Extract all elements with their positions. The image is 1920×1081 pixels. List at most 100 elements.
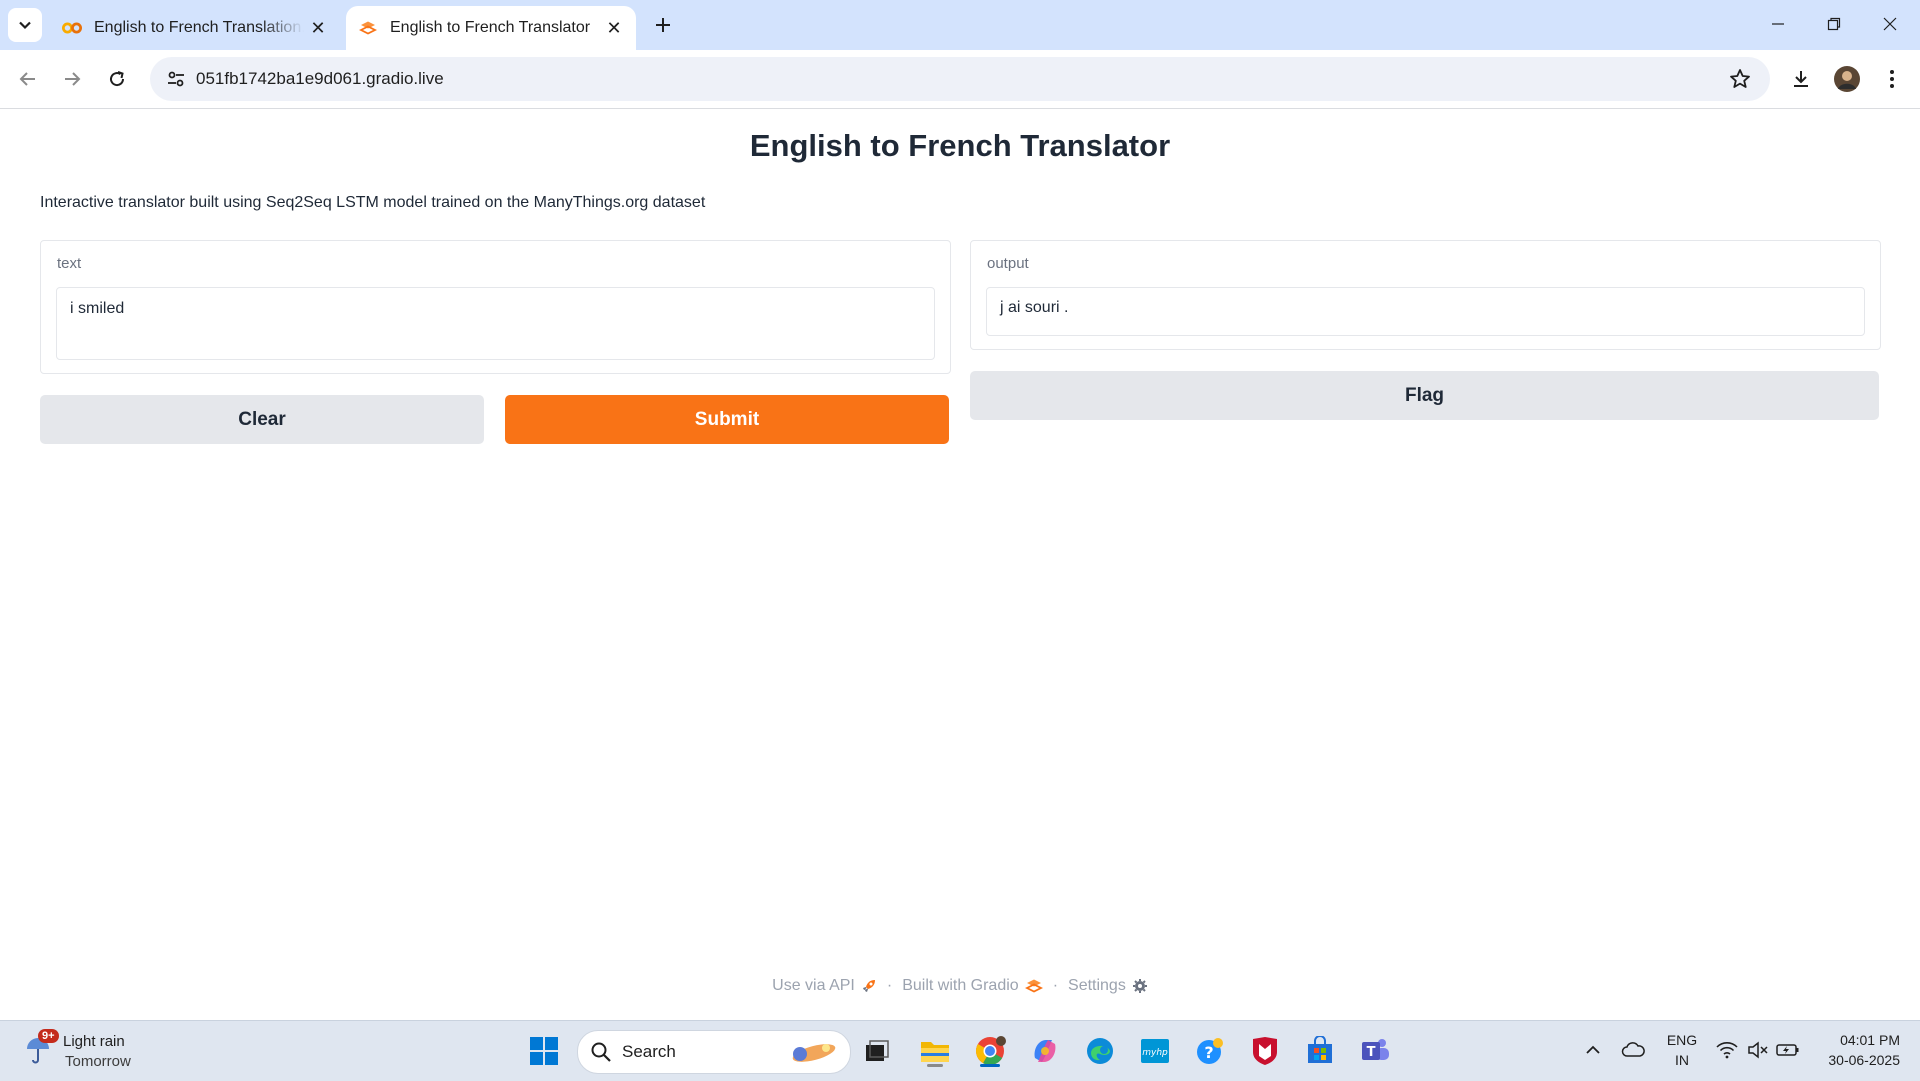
download-icon — [1794, 71, 1808, 87]
bookmark-star-icon[interactable] — [1728, 67, 1752, 91]
windows-taskbar: 9+ Light rain Tomorrow Search myhp ? T E… — [0, 1020, 1920, 1081]
store-icon — [1308, 1036, 1332, 1063]
forward-button[interactable] — [54, 61, 90, 97]
myhp-button[interactable]: myhp — [1135, 1031, 1175, 1071]
minimize-button[interactable] — [1750, 0, 1806, 48]
tab-title: English to French Translator — [390, 19, 591, 36]
task-view-button[interactable] — [857, 1031, 897, 1071]
clock-time: 04:01 PM — [1840, 1032, 1900, 1048]
rocket-icon — [862, 980, 875, 992]
chevron-down-icon — [19, 21, 31, 30]
gear-icon — [1132, 979, 1147, 993]
api-link-text: Use via API — [772, 977, 855, 994]
search-icon — [588, 1039, 614, 1065]
copilot-icon — [1034, 1040, 1056, 1062]
teams-icon: T — [1362, 1039, 1389, 1060]
search-highlight-icon — [792, 1044, 836, 1062]
file-explorer-button[interactable] — [915, 1031, 955, 1071]
copilot-button[interactable] — [1025, 1031, 1065, 1071]
arrow-left-icon — [19, 72, 35, 86]
help-icon: ? — [1197, 1038, 1223, 1064]
edge-icon — [1087, 1038, 1113, 1064]
footer-separator: · — [886, 977, 893, 994]
network-button[interactable] — [1714, 1039, 1740, 1061]
output-textbox[interactable]: j ai souri . — [986, 287, 1865, 336]
get-help-button[interactable]: ? — [1190, 1031, 1230, 1071]
new-tab-button[interactable] — [648, 10, 678, 40]
show-hidden-icons-button[interactable] — [1582, 1039, 1604, 1061]
taskbar-search-box[interactable]: Search — [577, 1030, 851, 1074]
myhp-icon: myhp — [1141, 1039, 1169, 1063]
microsoft-store-button[interactable] — [1300, 1031, 1340, 1071]
onedrive-button[interactable] — [1620, 1039, 1646, 1061]
wifi-icon — [1716, 1042, 1738, 1059]
browser-menu-button[interactable] — [1874, 61, 1910, 97]
input-panel: text i smiled — [40, 240, 951, 374]
notification-badge: 9+ — [38, 1029, 59, 1043]
browser-tab-strip: English to French Translation.ipynb ✕ En… — [0, 0, 1920, 50]
arrow-right-icon — [65, 72, 81, 86]
cloud-icon — [1621, 1042, 1645, 1057]
settings-link-text: Settings — [1068, 977, 1126, 994]
tab-search-button[interactable] — [8, 8, 42, 42]
more-vertical-icon — [1890, 70, 1894, 88]
output-panel: output j ai souri . — [970, 240, 1881, 350]
tab-gradio-app[interactable]: English to French Translator ✕ — [346, 6, 636, 50]
battery-button[interactable] — [1775, 1039, 1801, 1061]
weather-widget[interactable]: 9+ Light rain Tomorrow — [20, 1029, 160, 1073]
browser-toolbar: 051fb1742ba1e9d061.gradio.live — [0, 50, 1920, 109]
system-clock[interactable]: 04:01 PM 30-06-2025 — [1808, 1030, 1900, 1070]
built-with-gradio-link[interactable]: Built with Gradio — [902, 977, 1043, 995]
downloads-button[interactable] — [1783, 61, 1819, 97]
back-button[interactable] — [10, 61, 46, 97]
text-input[interactable]: i smiled — [56, 287, 935, 360]
close-icon[interactable]: ✕ — [600, 14, 628, 42]
windows-logo-icon — [530, 1037, 558, 1065]
close-icon — [1883, 17, 1897, 31]
mcafee-button[interactable] — [1245, 1031, 1285, 1071]
output-label: output — [987, 255, 1029, 272]
profile-avatar[interactable] — [1829, 61, 1865, 97]
tab-title: English to French Translation.ipynb — [94, 19, 304, 36]
page-title: English to French Translator — [749, 128, 1171, 163]
built-link-text: Built with Gradio — [902, 977, 1019, 994]
reload-icon — [110, 71, 125, 87]
restore-button[interactable] — [1806, 0, 1862, 48]
app-description: Interactive translator built using Seq2S… — [40, 194, 706, 211]
page-content: English to French Translator Interactive… — [0, 109, 1920, 1019]
site-settings-icon[interactable] — [164, 67, 188, 91]
chrome-button[interactable] — [970, 1031, 1010, 1071]
weather-condition: Light rain — [63, 1033, 125, 1050]
language-indicator[interactable]: ENG IN — [1660, 1030, 1704, 1070]
address-bar[interactable]: 051fb1742ba1e9d061.gradio.live — [150, 57, 1770, 101]
plus-icon — [656, 18, 670, 32]
url-text: 051fb1742ba1e9d061.gradio.live — [196, 69, 444, 88]
reload-button[interactable] — [99, 61, 135, 97]
start-button[interactable] — [524, 1031, 564, 1071]
volume-button[interactable] — [1745, 1039, 1771, 1061]
volume-muted-icon — [1748, 1041, 1768, 1059]
close-window-button[interactable] — [1862, 0, 1918, 48]
battery-charging-icon — [1776, 1044, 1799, 1056]
tab-colab-notebook[interactable]: English to French Translation.ipynb ✕ — [50, 6, 340, 50]
use-via-api-link[interactable]: Use via API — [772, 977, 877, 995]
flag-button[interactable]: Flag — [970, 371, 1879, 420]
search-placeholder: Search — [622, 1042, 676, 1061]
region-code: IN — [1675, 1052, 1689, 1068]
weather-when: Tomorrow — [65, 1053, 131, 1070]
minimize-icon — [1772, 23, 1784, 25]
settings-link[interactable]: Settings — [1068, 977, 1148, 995]
teams-button[interactable]: T — [1355, 1031, 1395, 1071]
close-icon[interactable]: ✕ — [304, 14, 332, 42]
running-indicator — [927, 1064, 943, 1067]
task-view-icon — [866, 1040, 889, 1061]
restore-icon — [1827, 17, 1841, 31]
chevron-up-icon — [1586, 1045, 1600, 1054]
edge-button[interactable] — [1080, 1031, 1120, 1071]
avatar-icon — [1834, 66, 1860, 92]
chrome-icon — [976, 1036, 1006, 1065]
gradio-icon — [358, 18, 378, 38]
clear-button[interactable]: Clear — [40, 395, 484, 444]
submit-button[interactable]: Submit — [505, 395, 949, 444]
language-code: ENG — [1666, 1032, 1698, 1048]
